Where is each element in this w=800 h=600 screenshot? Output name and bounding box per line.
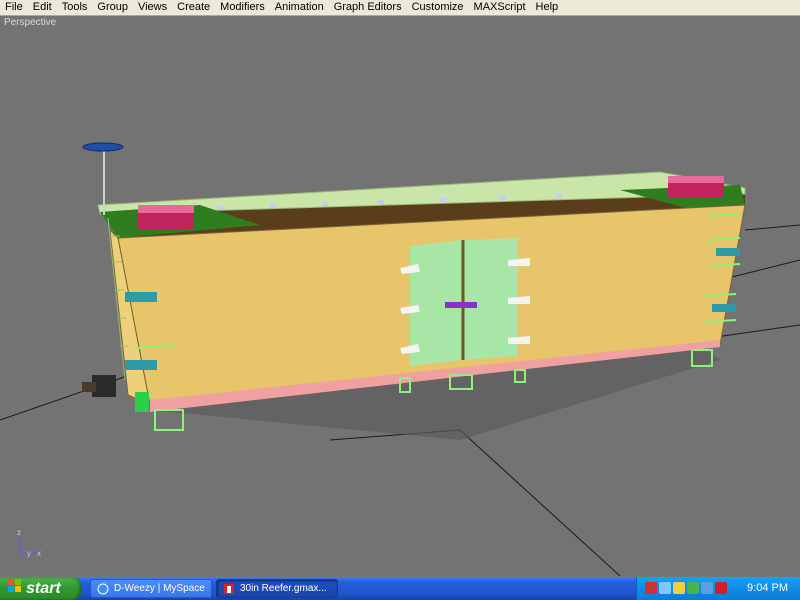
menu-animation[interactable]: Animation [270,0,329,15]
menu-graph-editors[interactable]: Graph Editors [329,0,407,15]
taskbar-item-label: D-Weezy | MySpace [114,583,205,594]
gmax-icon [223,583,235,595]
windows-flag-icon [8,579,22,598]
menu-tools[interactable]: Tools [57,0,93,15]
coupler [82,375,116,397]
update-icon[interactable] [687,582,699,594]
taskbar-item-myspace[interactable]: D-Weezy | MySpace [90,579,212,598]
menu-file[interactable]: File [0,0,28,15]
door-latch [445,302,477,308]
messenger-icon[interactable] [701,582,713,594]
antivirus-icon[interactable] [715,582,727,594]
clock[interactable]: 9:04 PM [747,577,788,600]
security-icon[interactable] [645,582,657,594]
viewport-label[interactable]: Perspective [4,17,56,28]
taskbar-item-gmax[interactable]: 30in Reefer.gmax... [216,579,338,598]
axis-y-label: y [27,549,31,558]
menu-views[interactable]: Views [133,0,172,15]
system-tray: 9:04 PM [636,577,800,600]
menu-create[interactable]: Create [172,0,215,15]
menu-bar: File Edit Tools Group Views Create Modif… [0,0,800,16]
menu-help[interactable]: Help [531,0,564,15]
perspective-viewport[interactable]: z y x Perspective [0,16,800,576]
volume-icon[interactable] [673,582,685,594]
start-label: start [26,579,61,597]
viewport-scene: z y x [0,142,800,576]
menu-edit[interactable]: Edit [28,0,57,15]
menu-modifiers[interactable]: Modifiers [215,0,270,15]
ice-hatch-right [668,176,724,198]
end-green-post [135,392,149,412]
brake-wheel-icon [82,142,124,152]
taskbar-item-label: 30in Reefer.gmax... [240,583,327,594]
network-icon[interactable] [659,582,671,594]
menu-group[interactable]: Group [92,0,133,15]
browser-icon [97,583,109,595]
taskbar: start D-Weezy | MySpace 30in Reefer.gmax… [0,577,800,600]
menu-customize[interactable]: Customize [407,0,469,15]
menu-maxscript[interactable]: MAXScript [469,0,531,15]
axis-x-label: x [37,549,41,558]
axis-z-label: z [17,528,21,537]
start-button[interactable]: start [0,577,82,600]
ice-hatch-left [138,205,194,230]
